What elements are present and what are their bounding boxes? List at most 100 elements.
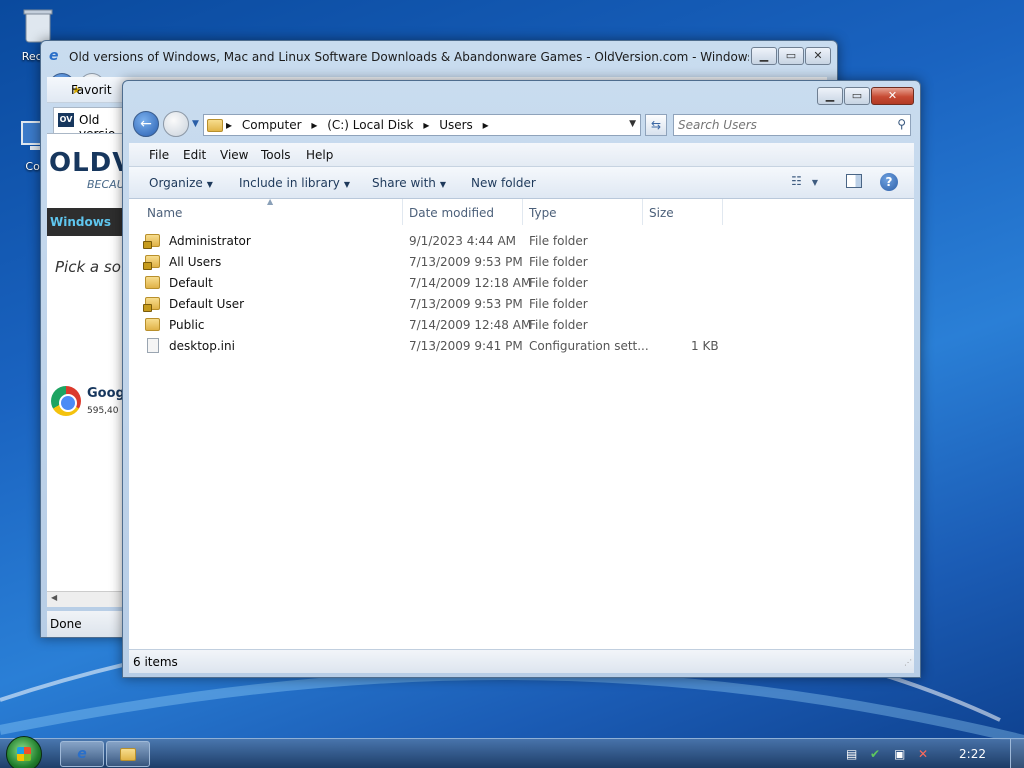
taskbar-clock[interactable]: 2:22 <box>959 747 986 761</box>
sort-ascending-icon: ▲ <box>267 197 274 206</box>
pick-software-heading: Pick a sof <box>55 258 127 276</box>
back-arrow-icon: ← <box>140 116 152 132</box>
breadcrumb-chevron-icon[interactable]: ▸ <box>311 118 317 132</box>
folder-lock-icon <box>143 297 160 312</box>
breadcrumb-chevron-icon[interactable]: ▸ <box>483 118 489 132</box>
refresh-button[interactable]: ⇆ <box>645 114 667 136</box>
list-item[interactable]: Default 7/14/2009 12:18 AM File folder <box>129 273 914 294</box>
menu-edit[interactable]: Edit <box>183 148 206 162</box>
explorer-back-button[interactable]: ← <box>133 111 159 137</box>
explorer-maximize-button[interactable]: ▭ <box>844 87 870 105</box>
help-icon[interactable]: ? <box>880 173 898 191</box>
include-in-library-button[interactable]: Include in library ▼ <box>239 176 350 190</box>
show-desktop-button[interactable] <box>1010 739 1024 768</box>
recent-pages-dropdown-icon[interactable]: ▼ <box>192 119 199 129</box>
explorer-minimize-button[interactable]: ▁ <box>817 87 843 105</box>
explorer-close-button[interactable]: ✕ <box>871 87 914 105</box>
file-type: File folder <box>529 255 588 269</box>
file-icon <box>147 338 159 353</box>
folder-icon <box>120 748 136 761</box>
new-folder-button[interactable]: New folder <box>471 176 536 190</box>
command-bar: Organize ▼ Include in library ▼ Share with… <box>129 167 914 199</box>
breadcrumb-users[interactable]: Users <box>439 118 473 132</box>
taskbar-explorer-button[interactable] <box>106 741 150 767</box>
explorer-titlebar[interactable]: ▁ ▭ ✕ <box>123 81 920 109</box>
chrome-icon[interactable] <box>51 386 81 416</box>
column-header-name[interactable]: Name ▲ <box>141 197 403 225</box>
file-name: desktop.ini <box>169 339 235 353</box>
volume-muted-icon[interactable]: ✕ <box>918 747 932 761</box>
folder-icon <box>207 119 223 132</box>
column-header-date[interactable]: Date modified <box>403 199 523 225</box>
include-label: Include in library <box>239 176 340 190</box>
search-input[interactable] <box>678 118 878 132</box>
ie-title: Old versions of Windows, Mac and Linux S… <box>69 50 749 64</box>
menu-file[interactable]: File <box>149 148 169 162</box>
breadcrumb-chevron-icon[interactable]: ▸ <box>423 118 429 132</box>
breadcrumb-chevron-icon[interactable]: ▸ <box>226 118 232 132</box>
item-count: 6 items <box>133 655 178 669</box>
close-icon: ✕ <box>887 89 898 102</box>
file-type: File folder <box>529 318 588 332</box>
address-bar[interactable]: ▸ Computer ▸ (C:) Local Disk ▸ Users ▸ ▼ <box>203 114 641 136</box>
organize-label: Organize <box>149 176 203 190</box>
oldversion-tagline: BECAU <box>87 178 125 191</box>
ie-horizontal-scrollbar[interactable]: ◀ <box>47 591 127 607</box>
menu-tools[interactable]: Tools <box>261 148 291 162</box>
close-icon: ✕ <box>813 49 823 62</box>
oldversion-logo[interactable]: OLDV <box>49 148 133 178</box>
chevron-down-icon: ▼ <box>811 178 818 187</box>
column-header-type[interactable]: Type <box>523 199 643 225</box>
minimize-icon: ▁ <box>759 49 769 62</box>
nav-windows-link[interactable]: Windows <box>50 215 111 229</box>
column-name-label: Name <box>147 206 183 220</box>
scroll-left-icon[interactable]: ◀ <box>51 593 57 602</box>
breadcrumb-local-disk[interactable]: (C:) Local Disk <box>327 118 413 132</box>
taskbar-ie-button[interactable]: e <box>60 741 104 767</box>
explorer-window[interactable]: ▁ ▭ ✕ ← ▼ ▸ Computer ▸ (C:) Local Disk ▸… <box>122 80 921 678</box>
column-header-size[interactable]: Size <box>643 199 723 225</box>
folder-lock-icon <box>143 234 160 249</box>
file-date: 7/13/2009 9:53 PM <box>409 297 523 311</box>
search-icon[interactable]: ⚲ <box>897 117 906 131</box>
file-type: File folder <box>529 297 588 311</box>
preview-pane-icon[interactable] <box>846 174 862 188</box>
file-name: Administrator <box>169 234 251 248</box>
organize-button[interactable]: Organize ▼ <box>149 176 213 190</box>
change-view-button[interactable]: ☷ ▼ <box>791 174 818 188</box>
search-box[interactable]: ⚲ <box>673 114 911 136</box>
ie-titlebar[interactable]: e Old versions of Windows, Mac and Linux… <box>41 41 837 69</box>
file-name: Default <box>169 276 213 290</box>
resize-grip-icon[interactable]: ⋰ <box>904 658 912 667</box>
chevron-down-icon: ▼ <box>206 180 213 189</box>
security-shield-icon[interactable]: ✔ <box>870 747 884 761</box>
share-with-button[interactable]: Share with ▼ <box>372 176 446 190</box>
file-date: 7/13/2009 9:53 PM <box>409 255 523 269</box>
favorites-button[interactable]: Favorit <box>71 83 112 97</box>
breadcrumb-computer[interactable]: Computer <box>242 118 302 132</box>
list-item[interactable]: Administrator 9/1/2023 4:44 AM File fold… <box>129 231 914 252</box>
ie-tab-oldversion[interactable]: OV Old versio <box>53 107 133 141</box>
network-icon[interactable]: ▣ <box>894 747 908 761</box>
list-item[interactable]: Default User 7/13/2009 9:53 PM File fold… <box>129 294 914 315</box>
action-center-icon[interactable]: ▤ <box>846 747 860 761</box>
google-chrome-link[interactable]: Goog <box>87 386 125 401</box>
file-list[interactable]: Name ▲ Date modified Type Size Administr… <box>129 197 914 649</box>
explorer-forward-button[interactable] <box>163 111 189 137</box>
ie-maximize-button[interactable]: ▭ <box>778 47 804 65</box>
file-name: Default User <box>169 297 245 311</box>
menu-view[interactable]: View <box>220 148 248 162</box>
ie-close-button[interactable]: ✕ <box>805 47 831 65</box>
folder-icon <box>145 276 160 289</box>
start-button[interactable] <box>6 736 42 768</box>
explorer-address-row: ← ▼ ▸ Computer ▸ (C:) Local Disk ▸ Users… <box>129 109 914 141</box>
file-type: File folder <box>529 276 588 290</box>
ie-minimize-button[interactable]: ▁ <box>751 47 777 65</box>
explorer-status-bar: 6 items ⋰ <box>129 649 914 673</box>
list-item[interactable]: desktop.ini 7/13/2009 9:41 PM Configurat… <box>129 336 914 357</box>
list-item[interactable]: Public 7/14/2009 12:48 AM File folder <box>129 315 914 336</box>
list-item[interactable]: All Users 7/13/2009 9:53 PM File folder <box>129 252 914 273</box>
file-name: Public <box>169 318 205 332</box>
menu-help[interactable]: Help <box>306 148 333 162</box>
address-dropdown-icon[interactable]: ▼ <box>629 119 636 129</box>
